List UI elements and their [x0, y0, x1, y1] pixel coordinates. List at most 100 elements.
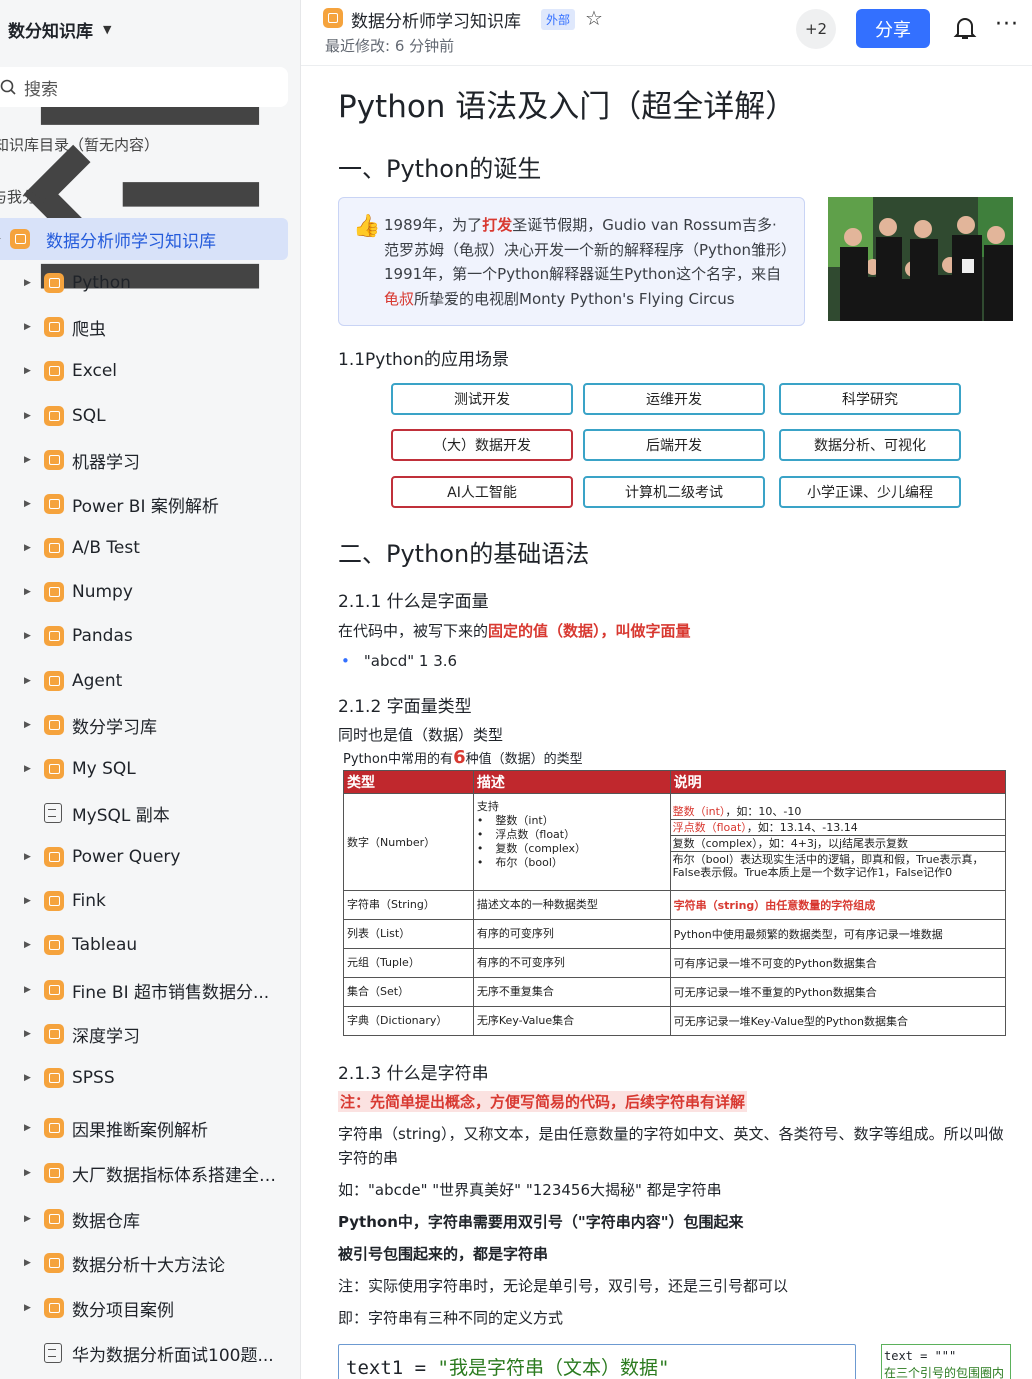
sidebar-item[interactable]: ▶ 深度学习 [0, 1013, 300, 1055]
sidebar-item-active[interactable]: ▶ 数据分析师学习知识库 [0, 218, 288, 260]
expand-arrow-icon[interactable]: ▶ [24, 543, 31, 553]
sidebar-item[interactable]: ▶ Power Query [0, 836, 300, 878]
folder-icon [44, 1298, 64, 1318]
section-catalog[interactable]: 知识库目录（暂无内容） [0, 134, 159, 155]
expand-arrow-icon[interactable]: ▶ [24, 455, 31, 465]
expand-arrow-icon[interactable]: ▶ [24, 366, 31, 376]
folder-icon [44, 538, 64, 558]
application-box: 科学研究 [779, 383, 961, 415]
table-header: 说明 [669, 770, 1007, 794]
sidebar-item-label: SQL [72, 406, 106, 426]
sidebar-item[interactable]: ▶ Excel [0, 350, 300, 392]
sidebar-item-label: 数分项目案例 [72, 1300, 174, 1321]
string-note: 注：先简单提出概念，方便写简易的代码，后续字符串有详解 [338, 1091, 748, 1112]
folder-icon [44, 715, 64, 735]
doc-breadcrumb-title[interactable]: 数据分析师学习知识库 [351, 7, 521, 32]
sidebar-item[interactable]: ▶ Pandas [0, 615, 300, 657]
expand-arrow-icon[interactable]: ▶ [24, 940, 31, 950]
folder-icon [44, 1068, 64, 1088]
sidebar-item[interactable]: ▶ Power BI 案例解析 [0, 483, 300, 525]
expand-arrow-icon[interactable]: ▶ [24, 278, 31, 288]
expand-arrow-icon[interactable]: ▶ [24, 411, 31, 421]
expand-arrow-icon[interactable]: ▶ [24, 631, 31, 641]
application-box: 运维开发 [583, 383, 765, 415]
expand-arrow-icon[interactable]: ▶ [24, 1214, 31, 1224]
expand-arrow-icon[interactable]: ▶ [24, 852, 31, 862]
folder-icon [44, 273, 64, 293]
search-input[interactable]: 搜索 [0, 67, 288, 107]
table-cell: 字典（Dictionary） [343, 1006, 474, 1036]
sidebar-item-label: 数据分析十大方法论 [72, 1255, 225, 1276]
sidebar-item[interactable]: ▶ Python [0, 262, 300, 304]
bell-icon[interactable] [953, 15, 977, 41]
collaborators-count[interactable]: +2 [796, 9, 836, 49]
sidebar-item[interactable]: ▶ 数据仓库 [0, 1198, 300, 1240]
folder-icon [44, 582, 64, 602]
table-cell: 有序的不可变序列 [472, 948, 671, 978]
folder-icon [44, 317, 64, 337]
sidebar-item-label: Python [72, 273, 131, 293]
expand-arrow-icon[interactable]: ▶ [24, 896, 31, 906]
sidebar-item[interactable]: ▶ 数据分析十大方法论 [0, 1242, 300, 1284]
doc-header: 数据分析师学习知识库 外部 ☆ 最近修改: 6 分钟前 +2 分享 ··· [301, 0, 1032, 66]
expand-arrow-icon[interactable]: ▶ [24, 676, 31, 686]
table-cell: 字符串（string）由任意数量的字符组成 [669, 890, 1007, 920]
workspace-switcher[interactable]: 数分知识库 ▼ [0, 0, 300, 58]
sidebar-item[interactable]: ▶ My SQL [0, 748, 300, 790]
application-box: 计算机二级考试 [583, 476, 765, 508]
folder-icon [44, 361, 64, 381]
heading-applications: 1.1Python的应用场景 [338, 350, 509, 370]
expand-arrow-icon[interactable]: ▶ [24, 499, 31, 509]
table-cell: 有序的可变序列 [472, 919, 671, 949]
sidebar-item[interactable]: ▶ 数分学习库 [0, 704, 300, 746]
sidebar-item[interactable]: ▶ SQL [0, 395, 300, 437]
expand-arrow-icon[interactable]: ▶ [24, 1123, 31, 1133]
sidebar-item[interactable]: ▶ 因果推断案例解析 [0, 1107, 300, 1149]
share-button[interactable]: 分享 [856, 9, 930, 48]
sidebar-item[interactable]: MySQL 副本 [0, 792, 300, 834]
sidebar-item[interactable]: ▶ 爬虫 [0, 306, 300, 348]
more-icon[interactable]: ··· [995, 12, 1019, 37]
expand-arrow-icon[interactable]: ▶ [24, 1168, 31, 1178]
thumbs-up-icon: 👍 [353, 214, 381, 239]
sidebar-item[interactable]: ▶ Fine BI 超市销售数据分... [0, 969, 300, 1011]
code-block[interactable]: text1 = "我是字符串（文本）数据" [338, 1344, 856, 1379]
callout-block: 👍 1989年，为了打发圣诞节假期，Gudio van Rossum吉多· 范罗… [338, 197, 805, 326]
heading-string: 2.1.3 什么是字符串 [338, 1064, 489, 1084]
sidebar-item[interactable]: ▶ SPSS [0, 1057, 300, 1099]
table-header-row: 类型 描述 说明 [343, 770, 1007, 794]
document-icon [44, 1343, 62, 1363]
section-shared[interactable]: 与我分享 [0, 186, 52, 207]
sidebar-item[interactable]: ▶ 大厂数据指标体系搭建全流程 [0, 1152, 300, 1194]
search-icon [0, 79, 16, 95]
heading-literal: 2.1.1 什么是字面量 [338, 592, 489, 612]
expand-arrow-icon[interactable]: ▶ [24, 322, 31, 332]
sidebar-item-label: 大厂数据指标体系搭建全流程 [72, 1165, 282, 1186]
literal-definition: 在代码中，被写下来的固定的值（数据），叫做字面量 [338, 622, 691, 640]
application-box: 小学正课、少儿编程 [779, 476, 961, 508]
sidebar-item[interactable]: ▶ 机器学习 [0, 439, 300, 481]
bullet-item: • 整数（int） [476, 814, 554, 827]
sidebar-item[interactable]: ▶ Agent [0, 660, 300, 702]
folder-icon [44, 1163, 64, 1183]
sidebar-item[interactable]: ▶ Tableau [0, 924, 300, 966]
star-icon[interactable]: ☆ [585, 6, 603, 30]
expand-arrow-icon[interactable]: ▶ [24, 587, 31, 597]
table-header: 类型 [343, 770, 474, 794]
sidebar-item[interactable]: ▶ 数分项目案例 [0, 1287, 300, 1329]
sidebar-item[interactable]: 华为数据分析面试100题... [0, 1332, 300, 1374]
expand-arrow-icon[interactable]: ▶ [24, 1258, 31, 1268]
expand-arrow-icon[interactable]: ▶ [24, 720, 31, 730]
expand-arrow-icon[interactable]: ▶ [0, 234, 1, 244]
expand-arrow-icon[interactable]: ▶ [24, 985, 31, 995]
sidebar-item[interactable]: ▶ A/B Test [0, 527, 300, 569]
sidebar-item[interactable]: ▶ Numpy [0, 571, 300, 613]
table-header: 描述 [472, 770, 671, 794]
expand-arrow-icon[interactable]: ▶ [24, 764, 31, 774]
expand-arrow-icon[interactable]: ▶ [24, 1029, 31, 1039]
expand-arrow-icon[interactable]: ▶ [24, 1303, 31, 1313]
workspace-name: 数分知识库 [8, 21, 93, 42]
sidebar-item[interactable]: ▶ Fink [0, 880, 300, 922]
sidebar-item-label: 因果推断案例解析 [72, 1120, 208, 1141]
expand-arrow-icon[interactable]: ▶ [24, 1073, 31, 1083]
